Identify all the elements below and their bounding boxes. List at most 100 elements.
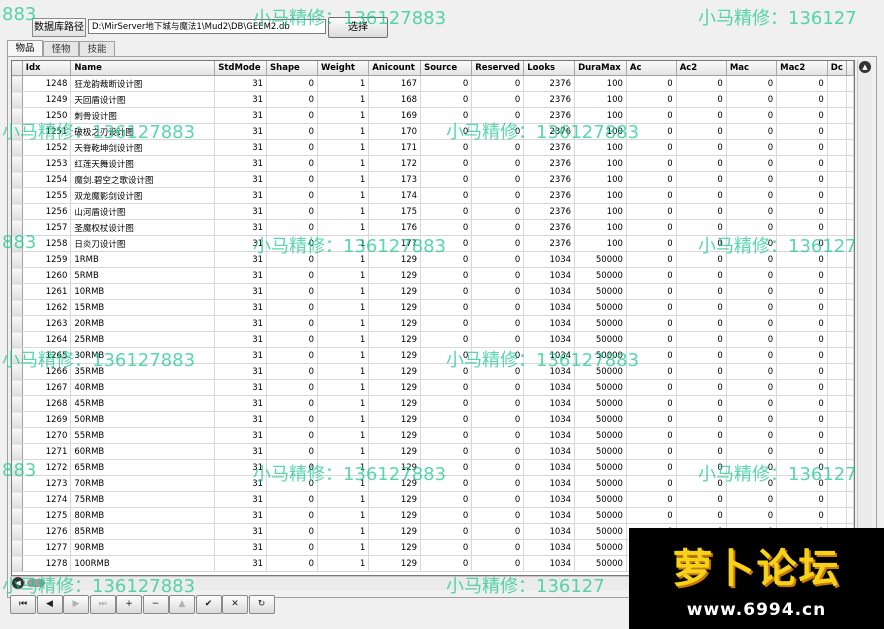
cell-ac[interactable]: 0: [626, 203, 677, 220]
cell-mac[interactable]: 0: [726, 331, 778, 348]
cell-looks[interactable]: 1034: [523, 507, 576, 524]
cell-duramax[interactable]: 100: [574, 75, 627, 92]
cell-name[interactable]: 1RMB: [70, 251, 216, 268]
cell-looks[interactable]: 2376: [523, 187, 576, 204]
cell-name[interactable]: 65RMB: [70, 459, 216, 476]
cell-source[interactable]: 0: [420, 539, 473, 556]
table-row[interactable]: 1261 10RMB 31 0 1 129 0 0 1034 50000 0 0 0 0: [12, 283, 854, 300]
cell-dc[interactable]: [827, 75, 848, 92]
cell-mac2[interactable]: 0: [776, 75, 828, 92]
cell-ac[interactable]: 0: [626, 75, 677, 92]
cell-name[interactable]: 45RMB: [70, 395, 216, 412]
cell-shape[interactable]: 0: [266, 315, 318, 332]
cell-duramax[interactable]: 50000: [574, 523, 627, 540]
cell-ac2[interactable]: 0: [676, 107, 727, 124]
cell-ac[interactable]: 0: [626, 91, 677, 108]
cell-source[interactable]: 0: [420, 187, 473, 204]
cell-ac[interactable]: 0: [626, 299, 677, 316]
cell-stdmode[interactable]: 31: [214, 187, 268, 204]
cell-looks[interactable]: 1034: [523, 427, 576, 444]
cell-mac[interactable]: 0: [726, 283, 778, 300]
cell-reserved[interactable]: 0: [471, 155, 525, 172]
cell-anicount[interactable]: 175: [368, 203, 422, 220]
cell-dc[interactable]: [827, 331, 848, 348]
cell-looks[interactable]: 1034: [523, 267, 576, 284]
cell-mac[interactable]: 0: [726, 395, 778, 412]
row-indicator[interactable]: [12, 267, 23, 284]
row-indicator[interactable]: [12, 379, 23, 396]
cell-name[interactable]: 山河盾设计图: [70, 203, 216, 220]
cell-shape[interactable]: 0: [266, 123, 318, 140]
cell-mac2[interactable]: 0: [776, 171, 828, 188]
cell-looks[interactable]: 2376: [523, 75, 576, 92]
cell-ac[interactable]: 0: [626, 475, 677, 492]
cell-stdmode[interactable]: 31: [214, 379, 268, 396]
row-indicator[interactable]: [12, 555, 23, 572]
cell-reserved[interactable]: 0: [471, 491, 525, 508]
refresh-icon[interactable]: ↻: [248, 595, 275, 614]
cell-name[interactable]: 75RMB: [70, 491, 216, 508]
table-row[interactable]: 1262 15RMB 31 0 1 129 0 0 1034 50000 0 0 0 0: [12, 299, 854, 316]
cell-ac2[interactable]: 0: [676, 123, 727, 140]
cell-source[interactable]: 0: [420, 315, 473, 332]
column-header-idx[interactable]: Idx: [22, 61, 72, 76]
table-row[interactable]: 1255 双龙魔影剑设计图 31 0 1 174 0 0 2376 100 0 0 0 0: [12, 187, 854, 204]
cell-dc[interactable]: [827, 507, 848, 524]
cell-name[interactable]: 90RMB: [70, 539, 216, 556]
row-indicator[interactable]: [12, 155, 23, 172]
cell-shape[interactable]: 0: [266, 491, 318, 508]
cell-name[interactable]: 15RMB: [70, 299, 216, 316]
cell-stdmode[interactable]: 31: [214, 267, 268, 284]
table-row[interactable]: 1270 55RMB 31 0 1 129 0 0 1034 50000 0 0 0 0: [12, 427, 854, 444]
row-indicator[interactable]: [12, 523, 23, 540]
cell-shape[interactable]: 0: [266, 283, 318, 300]
cell-mac2[interactable]: 0: [776, 411, 828, 428]
cell-weight[interactable]: 1: [317, 427, 370, 444]
cell-stdmode[interactable]: 31: [214, 203, 268, 220]
cell-looks[interactable]: 2376: [523, 219, 576, 236]
cell-ac[interactable]: 0: [626, 379, 677, 396]
cell-source[interactable]: 0: [420, 507, 473, 524]
cell-ac2[interactable]: 0: [676, 331, 727, 348]
cell-reserved[interactable]: 0: [471, 539, 525, 556]
row-indicator[interactable]: [12, 411, 23, 428]
cell-looks[interactable]: 1034: [523, 299, 576, 316]
cell-shape[interactable]: 0: [266, 299, 318, 316]
row-indicator[interactable]: [12, 507, 23, 524]
cell-shape[interactable]: 0: [266, 507, 318, 524]
cell-looks[interactable]: 2376: [523, 171, 576, 188]
cell-anicount[interactable]: 129: [368, 539, 422, 556]
cell-dc[interactable]: [827, 363, 848, 380]
cell-looks[interactable]: 1034: [523, 459, 576, 476]
cell-idx[interactable]: 1274: [22, 491, 72, 508]
cell-reserved[interactable]: 0: [471, 187, 525, 204]
cell-duramax[interactable]: 50000: [574, 443, 627, 460]
column-header-reserved[interactable]: Reserved: [471, 61, 525, 76]
cell-stdmode[interactable]: 31: [214, 555, 268, 572]
cell-shape[interactable]: 0: [266, 331, 318, 348]
cell-idx[interactable]: 1259: [22, 251, 72, 268]
cell-dc[interactable]: [827, 155, 848, 172]
cell-shape[interactable]: 0: [266, 155, 318, 172]
cell-looks[interactable]: 1034: [523, 491, 576, 508]
cell-anicount[interactable]: 129: [368, 523, 422, 540]
cell-idx[interactable]: 1268: [22, 395, 72, 412]
cell-ac[interactable]: 0: [626, 411, 677, 428]
table-row[interactable]: 1248 狂龙韵裁断设计图 31 0 1 167 0 0 2376 100 0 0 0 0: [12, 75, 854, 92]
cell-looks[interactable]: 1034: [523, 379, 576, 396]
cell-weight[interactable]: 1: [317, 299, 370, 316]
cell-name[interactable]: 5RMB: [70, 267, 216, 284]
cell-weight[interactable]: 1: [317, 171, 370, 188]
cell-mac[interactable]: 0: [726, 139, 778, 156]
cell-shape[interactable]: 0: [266, 379, 318, 396]
cell-ac[interactable]: 0: [626, 459, 677, 476]
cell-duramax[interactable]: 50000: [574, 315, 627, 332]
cell-weight[interactable]: 1: [317, 155, 370, 172]
cell-duramax[interactable]: 100: [574, 235, 627, 252]
cell-reserved[interactable]: 0: [471, 283, 525, 300]
cell-dc[interactable]: [827, 491, 848, 508]
cell-mac2[interactable]: 0: [776, 203, 828, 220]
cell-ac2[interactable]: 0: [676, 427, 727, 444]
cell-idx[interactable]: 1261: [22, 283, 72, 300]
cell-reserved[interactable]: 0: [471, 379, 525, 396]
